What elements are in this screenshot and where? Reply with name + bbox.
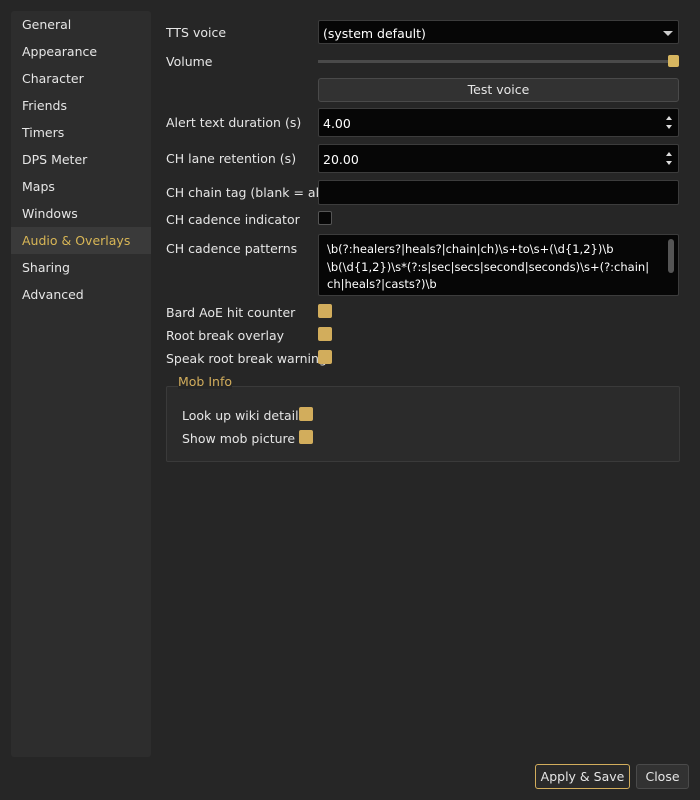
chain-tag-label: CH chain tag (blank = all) <box>166 185 328 200</box>
alert-duration-value: 4.00 <box>323 116 351 131</box>
cadence-patterns-label: CH cadence patterns <box>166 241 298 256</box>
pattern-line: \b(\d{1,2})\s*(?:s|sec|secs|second|secon… <box>327 260 650 274</box>
sidebar-item-dps-meter[interactable]: DPS Meter <box>11 146 151 173</box>
textarea-scrollbar[interactable] <box>668 239 674 273</box>
cadence-patterns-textarea[interactable]: \b(?:healers?|heals?|chain|ch)\s+to\s+(\… <box>318 234 679 296</box>
cadence-indicator-checkbox[interactable] <box>318 211 332 225</box>
mob-info-group <box>166 386 680 462</box>
sidebar-item-sharing[interactable]: Sharing <box>11 254 151 281</box>
sidebar-item-character[interactable]: Character <box>11 65 151 92</box>
close-button[interactable]: Close <box>636 764 689 789</box>
sidebar-item-windows[interactable]: Windows <box>11 200 151 227</box>
speak-root-break-checkbox[interactable] <box>318 350 332 364</box>
root-break-overlay-label: Root break overlay <box>166 328 285 343</box>
sidebar-item-maps[interactable]: Maps <box>11 173 151 200</box>
bard-aoe-checkbox[interactable] <box>318 304 332 318</box>
spin-down-icon[interactable] <box>666 125 672 129</box>
apply-save-button[interactable]: Apply & Save <box>535 764 630 789</box>
settings-sidebar: General Appearance Character Friends Tim… <box>11 11 151 757</box>
wiki-details-checkbox[interactable] <box>299 407 313 421</box>
root-break-overlay-checkbox[interactable] <box>318 327 332 341</box>
sidebar-item-friends[interactable]: Friends <box>11 92 151 119</box>
pattern-line: \b(?:healers?|heals?|chain|ch)\s+to\s+(\… <box>327 242 614 256</box>
volume-slider-handle[interactable] <box>668 55 679 67</box>
spin-up-icon[interactable] <box>666 152 672 156</box>
alert-duration-label: Alert text duration (s) <box>166 115 302 130</box>
volume-label: Volume <box>166 54 213 69</box>
lane-retention-spinbox[interactable]: 20.00 <box>318 144 679 173</box>
mob-info-title: Mob Info <box>178 374 232 389</box>
bard-aoe-label: Bard AoE hit counter <box>166 305 296 320</box>
spin-up-icon[interactable] <box>666 116 672 120</box>
chevron-down-icon <box>663 31 673 36</box>
mob-picture-label: Show mob picture <box>182 431 296 446</box>
sidebar-item-audio-overlays[interactable]: Audio & Overlays <box>11 227 151 254</box>
lane-retention-value: 20.00 <box>323 152 359 167</box>
spin-down-icon[interactable] <box>666 161 672 165</box>
alert-duration-spinbox[interactable]: 4.00 <box>318 108 679 137</box>
mob-picture-checkbox[interactable] <box>299 430 313 444</box>
sidebar-item-appearance[interactable]: Appearance <box>11 38 151 65</box>
volume-slider[interactable] <box>318 60 679 63</box>
sidebar-item-advanced[interactable]: Advanced <box>11 281 151 308</box>
test-voice-button[interactable]: Test voice <box>318 78 679 102</box>
sidebar-item-timers[interactable]: Timers <box>11 119 151 146</box>
speak-root-break-label: Speak root break warning <box>166 351 327 366</box>
tts-voice-select[interactable]: (system default) <box>318 20 679 44</box>
wiki-details-label: Look up wiki details <box>182 408 306 423</box>
lane-retention-label: CH lane retention (s) <box>166 151 297 166</box>
cadence-indicator-label: CH cadence indicator <box>166 212 300 227</box>
pattern-line: ch|heals?|casts?)\b <box>327 277 437 291</box>
chain-tag-input[interactable] <box>318 180 679 205</box>
tts-voice-value: (system default) <box>323 26 426 41</box>
sidebar-item-general[interactable]: General <box>11 11 151 38</box>
tts-voice-label: TTS voice <box>166 25 227 40</box>
